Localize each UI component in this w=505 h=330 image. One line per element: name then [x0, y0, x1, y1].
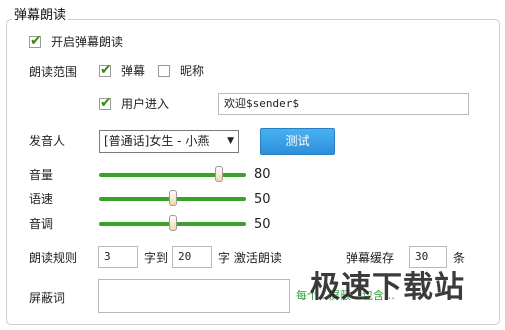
blocked-words-input[interactable] [98, 279, 290, 313]
dropdown-arrow-icon: ▼ [227, 136, 234, 146]
min-chars-input[interactable]: 3 [98, 246, 138, 268]
volume-value: 80 [254, 167, 271, 182]
activate-suffix: 字 激活朗读 [218, 251, 282, 265]
buffer-label: 弹幕缓存 [346, 251, 395, 265]
to-text: 字到 [144, 251, 169, 265]
speed-value: 50 [254, 192, 271, 207]
enable-reading-label: 开启弹幕朗读 [51, 35, 124, 49]
volume-thumb[interactable] [215, 166, 224, 182]
max-chars-input[interactable]: 20 [172, 246, 212, 268]
group-title: 弹幕朗读 [12, 8, 69, 24]
pitch-label: 音调 [29, 217, 54, 231]
volume-track[interactable] [99, 173, 246, 177]
user-enter-label: 用户进入 [121, 97, 170, 111]
volume-label: 音量 [29, 168, 54, 182]
user-enter-checkbox[interactable]: ✔ [99, 95, 112, 111]
nickname-checkbox[interactable] [158, 65, 170, 77]
speaker-select[interactable]: [普通话]女生 - 小燕 ▼ [99, 130, 239, 153]
pitch-thumb[interactable] [168, 215, 177, 231]
enable-reading-checkbox[interactable]: ✔ [29, 33, 42, 49]
checkmark-icon: ✔ [30, 33, 42, 49]
pitch-value: 50 [254, 217, 271, 232]
buffer-input[interactable]: 30 [409, 246, 447, 268]
buffer-unit: 条 [453, 251, 466, 265]
blocked-words-label: 屏蔽词 [29, 291, 66, 305]
test-button[interactable]: 测试 [260, 128, 335, 155]
speed-label: 语速 [29, 192, 54, 206]
danmaku-checkbox[interactable]: ✔ [99, 62, 112, 78]
watermark-logo: 极速下载站 [310, 270, 465, 305]
nickname-label: 昵称 [180, 64, 205, 78]
speaker-selected-value: [普通话]女生 - 小燕 [104, 134, 210, 148]
rules-label: 朗读规则 [29, 251, 78, 265]
checkmark-icon: ✔ [100, 62, 112, 78]
checkmark-icon: ✔ [100, 95, 112, 111]
speed-thumb[interactable] [168, 190, 177, 206]
danmaku-label: 弹幕 [121, 64, 146, 78]
range-label: 朗读范围 [29, 65, 78, 79]
welcome-template-input[interactable]: 欢迎$sender$ [218, 93, 469, 115]
speaker-label: 发音人 [29, 134, 66, 148]
